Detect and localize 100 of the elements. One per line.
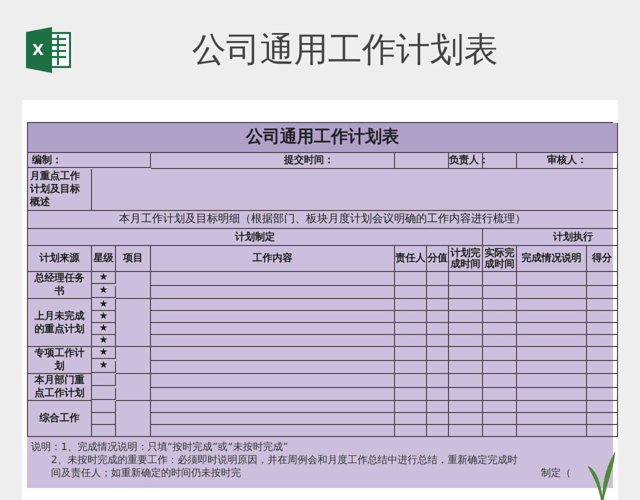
table-cell [483,335,517,347]
table-cell [517,401,587,413]
table-cell [483,401,517,413]
table-cell [449,323,483,335]
table-cell [517,272,587,286]
label-cell: 月重点工作计划及目标概述 [28,169,92,211]
table-cell [395,311,427,323]
table-cell [517,374,587,388]
table-cell: ★ [92,335,116,347]
table-cell [449,413,483,425]
table-cell [449,335,483,347]
note-text: 制定（ [541,467,571,480]
table-cell [449,401,483,413]
table-cell [449,311,483,323]
table-cell [427,347,449,360]
table-cell [427,360,449,374]
column-header: 计划完成时间 [449,246,483,272]
table-cell [483,323,517,335]
table-cell: ★ [92,360,116,372]
table-cell [427,272,449,286]
table-cell [427,388,449,401]
table-cell [427,299,449,311]
logo-letter: X [31,42,45,58]
table-cell [116,374,151,401]
table-cell [395,374,427,388]
column-header: 得分 [587,246,618,272]
table-cell [395,335,427,347]
row-group-label: 上月未完成的重点计划 [28,299,92,347]
table-cell [483,360,517,374]
page-title: 公司通用工作计划表 [192,28,498,72]
table-cell [116,272,151,299]
table-cell [517,388,587,401]
table-cell [517,335,587,347]
table-cell [395,413,427,425]
table-cell [92,374,116,386]
table-cell [427,286,449,299]
table-cell [449,272,483,286]
table-cell [116,299,151,347]
table-cell: ★ [92,299,116,311]
note-text: 2、未按时完成的重要工作：必须即时说明原因，并在周例会和月度工作总结中进行总结，重新确定完成时间及责任人；如重新确定的时间仍未按时完 [51,454,518,480]
table-cell [427,335,449,347]
table-cell [449,286,483,299]
table-cell [449,374,483,388]
column-header: 计划来源 [28,246,92,272]
row-group-label: 总经理任务书 [28,272,92,299]
table-cell [92,401,116,413]
table-cell [427,311,449,323]
table-cell [449,360,483,374]
table-cell [427,401,449,413]
row-group-label: 专项工作计划 [28,347,92,374]
table-cell [483,388,517,401]
label-cell: 提交时间： [151,153,395,169]
section-heading: 本月工作计划及目标明细（根据部门、板块月度计划会议明确的工作内容进行梳理） [28,211,618,229]
column-header: 完成情况说明 [517,246,587,272]
table-cell [395,323,427,335]
table-cell [395,401,427,413]
table-cell [395,272,427,286]
table-cell [517,360,587,374]
table-cell [517,347,587,360]
table-cell [427,413,449,425]
table-cell [395,360,427,374]
table-cell: ★ [92,311,116,323]
table-cell [427,323,449,335]
spreadsheet-app-icon [24,27,72,73]
table-cell [483,311,517,323]
table-cell [517,299,587,311]
table-cell [116,347,151,374]
table-cell [483,299,517,311]
table-cell: ★ [92,272,116,284]
table-cell [483,374,517,388]
table-cell [427,374,449,388]
table-cell [517,413,587,425]
table-cell [517,286,587,299]
column-header: 实际完成时间 [483,246,517,272]
table-cell [483,347,517,360]
section-heading: 计划制定 [28,229,483,246]
table-cell [92,413,116,425]
table-cell [517,323,587,335]
note-text: 说明：1、完成情况说明：只填“按时完成”或“未按时完成” [31,442,288,453]
label-cell: 编制： [28,153,151,168]
table-cell [449,299,483,311]
column-header: 星级 [92,246,116,272]
column-header: 分值 [427,246,449,272]
section-heading: 计划执行 [483,229,618,246]
row-group-label: 本月部门重点工作计划 [28,374,92,401]
table-cell [517,311,587,323]
table-cell [395,153,449,169]
sheet-title: 公司通用工作计划表 [28,123,618,153]
table-cell [483,272,517,286]
table-cell [395,286,427,299]
column-header: 项目 [116,246,151,272]
table-cell [449,347,483,360]
table-cell [483,413,517,425]
table-cell [395,347,427,360]
table-cell [92,388,116,400]
table-cell [395,388,427,401]
table-cell: ★ [92,347,116,359]
table-cell [449,388,483,401]
label-cell: 审核人： [517,153,618,169]
table-cell [483,286,517,299]
